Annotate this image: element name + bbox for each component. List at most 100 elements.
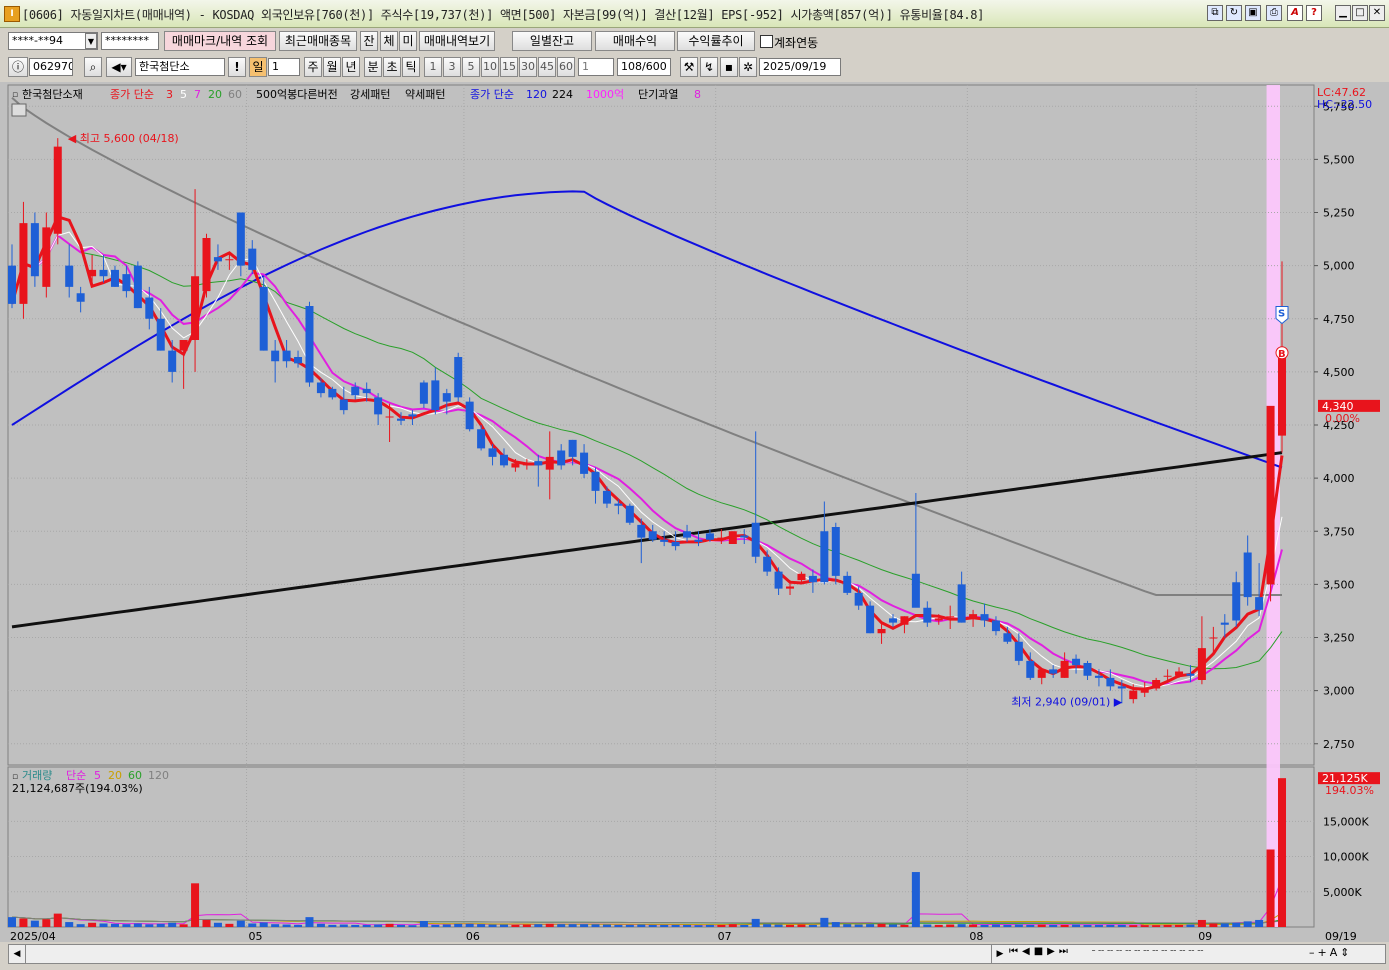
candle-body — [1117, 686, 1126, 689]
scroll-left-icon[interactable]: ◀ — [9, 945, 26, 963]
navigation-controls[interactable]: ⏮◀■▶⏭ — [1009, 946, 1072, 957]
volume-bar — [1255, 919, 1264, 927]
candle-body — [1209, 637, 1218, 639]
candle-body — [751, 522, 760, 557]
chart-toolbar: ⓘ 062970 ⌕ ◀▾ 한국첨단소 ! 일 1 주 월 년 분 초 틱 1 … — [0, 55, 1389, 79]
balance-button[interactable]: 잔 — [360, 31, 378, 51]
table-icon[interactable] — [11, 103, 27, 117]
alert-button[interactable]: ! — [228, 57, 246, 77]
candle-body — [442, 393, 451, 402]
tools-icon[interactable]: ⚒ — [680, 57, 698, 77]
interval-select[interactable]: 1 — [578, 58, 614, 76]
interval-1-button[interactable]: 1 — [424, 57, 442, 77]
period-number-select[interactable]: 1 — [268, 58, 300, 76]
volume-bar — [820, 917, 829, 927]
period-second-button[interactable]: 초 — [383, 57, 401, 77]
trade-list-button[interactable]: 매매내역보기 — [419, 31, 495, 51]
volume-bar — [866, 924, 875, 927]
print-icon[interactable]: ⎙ — [1266, 5, 1282, 21]
close-button[interactable]: ✕ — [1369, 5, 1385, 21]
volume-bar — [477, 924, 486, 927]
buy-marker-label: B — [1278, 349, 1286, 360]
unfilled-button[interactable]: 미 — [399, 31, 417, 51]
period-minute-button[interactable]: 분 — [364, 57, 382, 77]
legend-pattern3: 약세패턴 — [405, 87, 445, 101]
account-toolbar: ****-**94 ▼ ******** 매매마크/내역 조회 최근매매종목 잔… — [0, 29, 1389, 53]
volume-bar — [1072, 924, 1081, 927]
filled-button[interactable]: 체 — [380, 31, 398, 51]
trade-profit-button[interactable]: 매매수익 — [595, 31, 675, 51]
volume-bar — [591, 924, 600, 927]
date-axis-label: 08 — [969, 930, 983, 942]
period-month-button[interactable]: 월 — [323, 57, 341, 77]
help-icon[interactable]: ? — [1306, 5, 1322, 21]
zoom-controls[interactable]: –+A⇕ — [1309, 946, 1352, 959]
password-field[interactable]: ******** — [101, 32, 159, 50]
date-axis-label: 09 — [1198, 930, 1212, 942]
legend-overheat: 단기과열 — [638, 88, 678, 101]
candle-body — [282, 350, 291, 362]
volume-bar — [1186, 924, 1195, 927]
refresh-icon[interactable]: ↻ — [1226, 5, 1242, 21]
volume-bar — [740, 924, 749, 927]
stock-code-input[interactable]: 062970 — [29, 58, 73, 76]
count-input[interactable]: 108/600 — [617, 58, 671, 76]
indicator-icon[interactable]: ↯ — [700, 57, 718, 77]
daily-balance-button[interactable]: 일별잔고 — [512, 31, 592, 51]
candle-body — [1175, 671, 1184, 676]
interval-5-button[interactable]: 5 — [462, 57, 480, 77]
gear-icon[interactable]: ✲ — [739, 57, 757, 77]
candle-body — [1232, 582, 1241, 621]
candle-body — [1072, 658, 1081, 666]
interval-15-button[interactable]: 15 — [500, 57, 518, 77]
candle-body — [339, 399, 348, 411]
return-trend-button[interactable]: 수익률추이 — [677, 31, 755, 51]
candle-body — [53, 146, 62, 234]
date-axis-label: 2025/04 — [10, 930, 56, 942]
candle-body — [1277, 350, 1287, 436]
candle-body — [248, 248, 257, 270]
stock-name-field[interactable]: 한국첨단소 — [135, 58, 225, 76]
scroll-right-icon[interactable]: ▶ — [991, 945, 1008, 963]
period-week-button[interactable]: 주 — [304, 57, 322, 77]
legend-ma7: 7 — [194, 88, 201, 101]
volume-bar — [648, 924, 657, 927]
zoom-slider[interactable]: ╶╌╌╌╌╌╌╌╌╌╌╌╌ — [1089, 946, 1206, 957]
maximize-button[interactable]: □ — [1352, 5, 1368, 21]
chart-area[interactable]: 5,750 5,500 5,250 5,000 4,750 4,500 4,250 4,000… — [0, 82, 1389, 943]
interval-10-button[interactable]: 10 — [481, 57, 499, 77]
link-icon[interactable]: ⧉ — [1207, 5, 1223, 21]
interval-3-button[interactable]: 3 — [443, 57, 461, 77]
candle-body — [1186, 673, 1195, 676]
disk-icon[interactable]: ▪ — [720, 57, 738, 77]
interval-45-button[interactable]: 45 — [538, 57, 556, 77]
volume-bar — [191, 883, 200, 927]
volume-bar — [557, 924, 566, 927]
speaker-icon[interactable]: ◀▾ — [106, 57, 132, 77]
stock-info-icon[interactable]: ⓘ — [8, 57, 28, 77]
date-input[interactable]: 2025/09/19 — [759, 58, 841, 76]
candle-body — [763, 556, 772, 572]
period-year-button[interactable]: 년 — [342, 57, 360, 77]
horizontal-scrollbar[interactable]: ◀ ▶ ⏮◀■▶⏭ ╶╌╌╌╌╌╌╌╌╌╌╌╌ –+A⇕ — [8, 944, 1386, 964]
volume-bar — [1106, 924, 1115, 927]
minimize-button[interactable]: ▁ — [1335, 5, 1351, 21]
price-axis-label: 2,750 — [1323, 738, 1355, 751]
period-day-button[interactable]: 일 — [249, 57, 267, 77]
volume-bar — [179, 924, 188, 927]
interval-30-button[interactable]: 30 — [519, 57, 537, 77]
candlestick-chart[interactable]: 5,7505,5005,2505,0004,7504,5004,2504,000… — [0, 82, 1389, 943]
recent-trades-button[interactable]: 최근매매종목 — [279, 31, 357, 51]
interval-60-button[interactable]: 60 — [557, 57, 575, 77]
candle-body — [145, 297, 154, 319]
candle-body — [534, 461, 543, 466]
trade-mark-query-button[interactable]: 매매마크/내역 조회 — [164, 31, 276, 51]
volume-bar — [969, 924, 978, 927]
save-screen-icon[interactable]: ▣ — [1245, 5, 1261, 21]
period-tick-button[interactable]: 틱 — [402, 57, 420, 77]
account-link-checkbox[interactable] — [760, 35, 773, 48]
search-icon[interactable]: ⌕ — [84, 57, 102, 77]
candle-body — [580, 452, 589, 474]
chevron-down-icon[interactable]: ▼ — [85, 33, 97, 49]
font-icon[interactable]: A — [1287, 5, 1303, 21]
